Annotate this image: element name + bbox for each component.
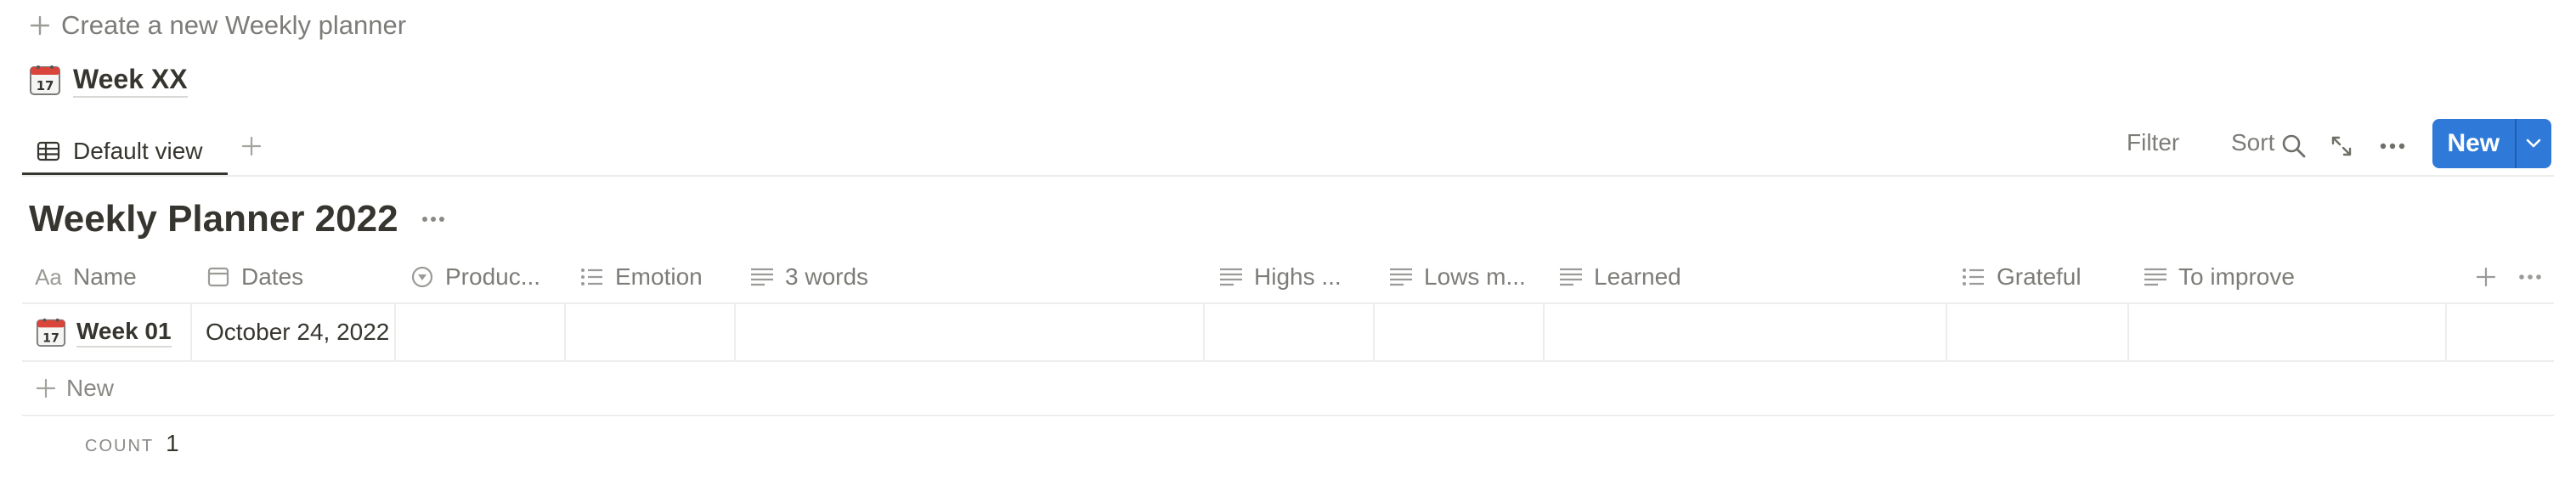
column-header-to-improve[interactable]: To improve [2143,251,2457,302]
calendar-icon: 17 [29,64,61,96]
database-more-icon[interactable] [418,204,449,235]
svg-text:17: 17 [42,331,59,345]
cell-emotion[interactable] [566,304,736,360]
count-value: 1 [166,430,179,456]
column-header-highs[interactable]: Highs ... [1218,251,1385,302]
cell-name[interactable]: 17 Week 01 [22,304,192,360]
cell-dates[interactable]: October 24, 2022 [192,304,396,360]
tabs-divider [22,175,2554,177]
list-icon [1961,264,1986,290]
cell-lows[interactable] [1375,304,1545,360]
sort-button[interactable]: Sort [2231,126,2274,160]
plus-icon [2476,267,2496,287]
cell-productivity[interactable] [396,304,566,360]
search-icon[interactable] [2277,129,2311,163]
new-button-group: New [2432,119,2551,168]
plus-icon [36,378,56,398]
column-header-3-words[interactable]: 3 words [749,251,1217,302]
text-icon [2143,264,2168,290]
aa-title-icon: Aa [35,263,62,290]
expand-icon[interactable] [2325,129,2359,163]
filter-button[interactable]: Filter [2127,126,2179,160]
row-title: Week 01 [76,317,172,348]
table-icon [36,138,61,164]
template-item[interactable]: 17 Week XX [29,61,188,99]
template-title: Week XX [73,62,188,98]
text-icon [1558,264,1584,290]
plus-icon [29,14,51,37]
column-header-learned[interactable]: Learned [1558,251,1957,302]
count-label: COUNT [85,437,155,455]
cell-3-words[interactable] [736,304,1205,360]
column-header-grateful[interactable]: Grateful [1961,251,2139,302]
new-row-label: New [66,375,115,401]
column-more-icon[interactable] [2513,251,2547,302]
more-options-icon[interactable] [2375,129,2409,163]
cell-to-improve[interactable] [2129,304,2447,360]
create-weekly-planner-button[interactable]: Create a new Weekly planner [29,8,406,42]
column-header-productivity[interactable]: Produc... [410,251,579,302]
new-button[interactable]: New [2432,119,2515,168]
svg-text:17: 17 [37,78,54,93]
add-property-button[interactable] [2469,251,2503,302]
chevron-down-icon [2526,138,2541,148]
table-row[interactable]: 17 Week 01 October 24, 2022 [22,304,2554,362]
text-icon [1218,264,1244,290]
create-label: Create a new Weekly planner [61,10,407,40]
add-row-button[interactable]: New [22,362,2554,416]
table-header: Aa Name Dates Produc... Emotion 3 words … [22,251,2554,304]
plus-icon [241,136,262,156]
column-header-lows[interactable]: Lows m... [1388,251,1555,302]
text-icon [749,264,775,290]
text-icon [1388,264,1414,290]
column-header-dates[interactable]: Dates [206,251,401,302]
database-title: Weekly Planner 2022 [29,198,398,240]
select-circle-icon [410,264,435,290]
new-dropdown-button[interactable] [2514,119,2551,168]
add-view-button[interactable] [234,129,268,163]
tab-default-view[interactable]: Default view [22,126,217,177]
count-footer[interactable]: COUNT 1 [85,430,179,457]
cell-highs[interactable] [1205,304,1375,360]
calendar-icon: 17 [36,317,66,348]
cell-grateful[interactable] [1947,304,2129,360]
cell-learned[interactable] [1545,304,1947,360]
tab-label: Default view [73,138,203,164]
column-header-emotion[interactable]: Emotion [579,251,749,302]
list-icon [579,264,605,290]
column-header-name[interactable]: Aa Name [34,251,204,302]
calendar-prop-icon [206,264,231,290]
